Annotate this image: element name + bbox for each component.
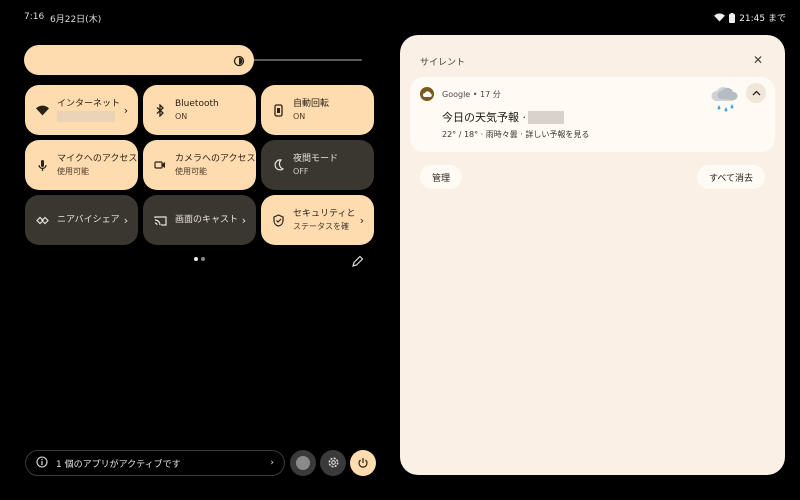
tile-label: 画面のキャスト bbox=[175, 215, 238, 225]
notification-title: 今日の天気予報 · bbox=[442, 111, 526, 124]
clock: 7:16 bbox=[24, 12, 45, 22]
page-dot bbox=[201, 257, 205, 261]
notification-shade: サイレント ✕ Google • 17 分 今日の天気予報 · 22° / 18… bbox=[400, 35, 785, 475]
tile-night-mode[interactable]: 夜間モード OFF bbox=[261, 140, 374, 190]
rotate-icon bbox=[271, 103, 285, 117]
notification-title-row: 今日の天気予報 · bbox=[442, 109, 564, 125]
date: 6月22日(木) bbox=[50, 15, 102, 25]
active-apps-label: 1 個のアプリがアクティブです bbox=[56, 459, 181, 470]
alarm-until: 21:45 まで bbox=[739, 14, 786, 24]
tile-label: マイクへのアクセス bbox=[57, 153, 138, 164]
chevron-right-icon: › bbox=[123, 213, 129, 227]
status-bar: 7:16 6月22日(木) 21:45 まで bbox=[0, 0, 800, 34]
tile-mic-access[interactable]: マイクへのアクセス 使用可能 bbox=[25, 140, 138, 190]
tile-security-status[interactable]: セキュリティと ステータスを確 › bbox=[261, 195, 374, 245]
page-dot-active bbox=[194, 257, 198, 261]
info-icon bbox=[36, 455, 48, 471]
wifi-icon bbox=[35, 103, 49, 117]
tile-state: 使用可能 bbox=[175, 166, 207, 176]
chevron-right-icon: › bbox=[270, 458, 274, 468]
bluetooth-icon bbox=[153, 103, 167, 117]
camera-icon bbox=[153, 158, 167, 172]
nearby-share-icon bbox=[35, 213, 49, 227]
tile-state: 使用可能 bbox=[57, 166, 89, 176]
collapse-chevron-up-icon[interactable] bbox=[746, 83, 766, 103]
shield-icon bbox=[271, 213, 285, 227]
moon-icon bbox=[271, 158, 285, 172]
tile-state: OFF bbox=[293, 166, 309, 176]
page-indicator bbox=[194, 257, 205, 261]
tile-camera-access[interactable]: カメラへのアクセス 使用可能 bbox=[143, 140, 256, 190]
active-apps-button[interactable]: 1 個のアプリがアクティブです › bbox=[25, 450, 285, 476]
settings-button[interactable] bbox=[320, 450, 346, 476]
brightness-track[interactable] bbox=[252, 59, 362, 61]
power-icon bbox=[357, 454, 369, 473]
tile-nearby-share[interactable]: ニアバイシェア › bbox=[25, 195, 138, 245]
close-icon[interactable]: ✕ bbox=[753, 53, 763, 67]
tile-label: ニアバイシェア bbox=[57, 215, 120, 225]
tile-state: ON bbox=[293, 111, 306, 121]
tile-label: セキュリティと bbox=[293, 208, 356, 219]
tile-label: インターネット bbox=[57, 98, 120, 109]
tile-state: ステータスを確 bbox=[293, 221, 349, 231]
tile-screen-cast[interactable]: 画面のキャスト › bbox=[143, 195, 256, 245]
google-weather-app-icon bbox=[420, 87, 434, 101]
battery-icon bbox=[729, 12, 736, 23]
edit-pencil-icon[interactable] bbox=[351, 253, 364, 272]
tile-auto-rotate[interactable]: 自動回転 ON bbox=[261, 85, 374, 135]
tile-state: ON bbox=[175, 111, 188, 121]
chevron-right-icon: › bbox=[123, 103, 129, 117]
tile-internet[interactable]: インターネット › bbox=[25, 85, 138, 135]
tile-bluetooth[interactable]: Bluetooth ON bbox=[143, 85, 256, 135]
avatar bbox=[296, 456, 310, 470]
notification-header: Google • 17 分 bbox=[442, 90, 501, 99]
brightness-icon bbox=[232, 53, 246, 72]
silent-section-header: サイレント bbox=[420, 58, 466, 68]
weather-notification[interactable]: Google • 17 分 今日の天気予報 · 22° / 18° · 雨時々曇… bbox=[410, 77, 775, 152]
tile-label: カメラへのアクセス bbox=[175, 153, 256, 164]
tile-label: 夜間モード bbox=[293, 153, 339, 164]
chevron-right-icon: › bbox=[241, 213, 247, 227]
user-switcher-button[interactable] bbox=[290, 450, 316, 476]
status-icons: 21:45 まで bbox=[714, 11, 786, 24]
tile-label: Bluetooth bbox=[175, 98, 219, 109]
redacted-location bbox=[528, 110, 564, 124]
clear-all-button[interactable]: すべて消去 bbox=[697, 165, 765, 189]
tile-label: 自動回転 bbox=[293, 98, 330, 109]
gear-icon bbox=[327, 454, 340, 473]
manage-button[interactable]: 管理 bbox=[420, 165, 462, 189]
power-button[interactable] bbox=[350, 450, 376, 476]
chevron-right-icon: › bbox=[359, 213, 365, 227]
redacted-network-name bbox=[57, 110, 115, 122]
rain-cloud-icon bbox=[710, 85, 740, 121]
brightness-slider[interactable] bbox=[24, 45, 254, 75]
wifi-status-icon bbox=[714, 13, 726, 22]
notification-body: 22° / 18° · 雨時々曇 · 詳しい予報を見る bbox=[442, 130, 590, 139]
cast-icon bbox=[153, 213, 167, 227]
mic-icon bbox=[35, 158, 49, 172]
